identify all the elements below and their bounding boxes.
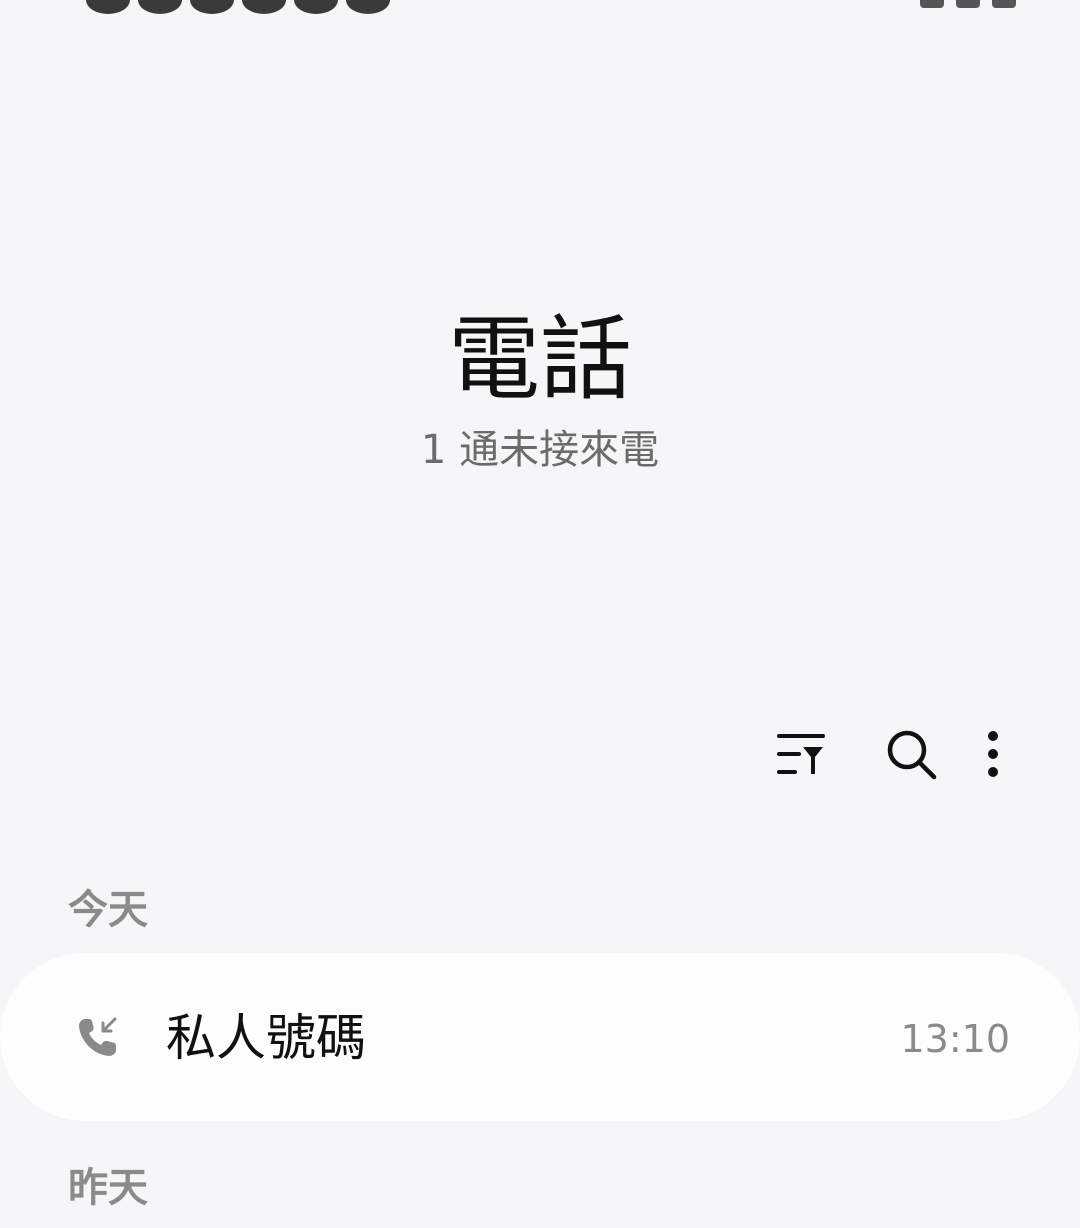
filter-button[interactable] [746, 722, 856, 786]
notification-icon [346, 0, 390, 14]
notification-icon [294, 0, 338, 14]
wifi-icon [956, 0, 980, 8]
filter-icon [777, 734, 825, 774]
call-time: 13:10 [900, 1017, 1010, 1061]
notification-icon [242, 0, 286, 14]
page-header: 電話 1 通未接來電 [0, 305, 1080, 475]
missed-calls-summary: 1 通未接來電 [420, 427, 660, 473]
more-options-button[interactable] [966, 722, 1020, 786]
toolbar [746, 722, 1020, 786]
signal-icon [920, 0, 944, 8]
search-icon [887, 730, 937, 780]
status-notification-icons [86, 0, 390, 14]
battery-icon [992, 0, 1016, 8]
notification-icon [138, 0, 182, 14]
status-bar [0, 0, 1080, 16]
page-title: 電話 [447, 306, 632, 413]
status-system-icons [920, 0, 1016, 8]
search-button[interactable] [856, 722, 966, 786]
section-header-yesterday: 昨天 [68, 1165, 148, 1211]
more-vertical-icon [988, 731, 998, 777]
section-header-today: 今天 [68, 887, 148, 933]
caller-name: 私人號碼 [166, 1009, 366, 1067]
call-log-item[interactable]: 私人號碼 13:10 [0, 953, 1080, 1121]
notification-icon [190, 0, 234, 14]
incoming-call-icon [76, 1015, 120, 1059]
notification-icon [86, 0, 130, 14]
